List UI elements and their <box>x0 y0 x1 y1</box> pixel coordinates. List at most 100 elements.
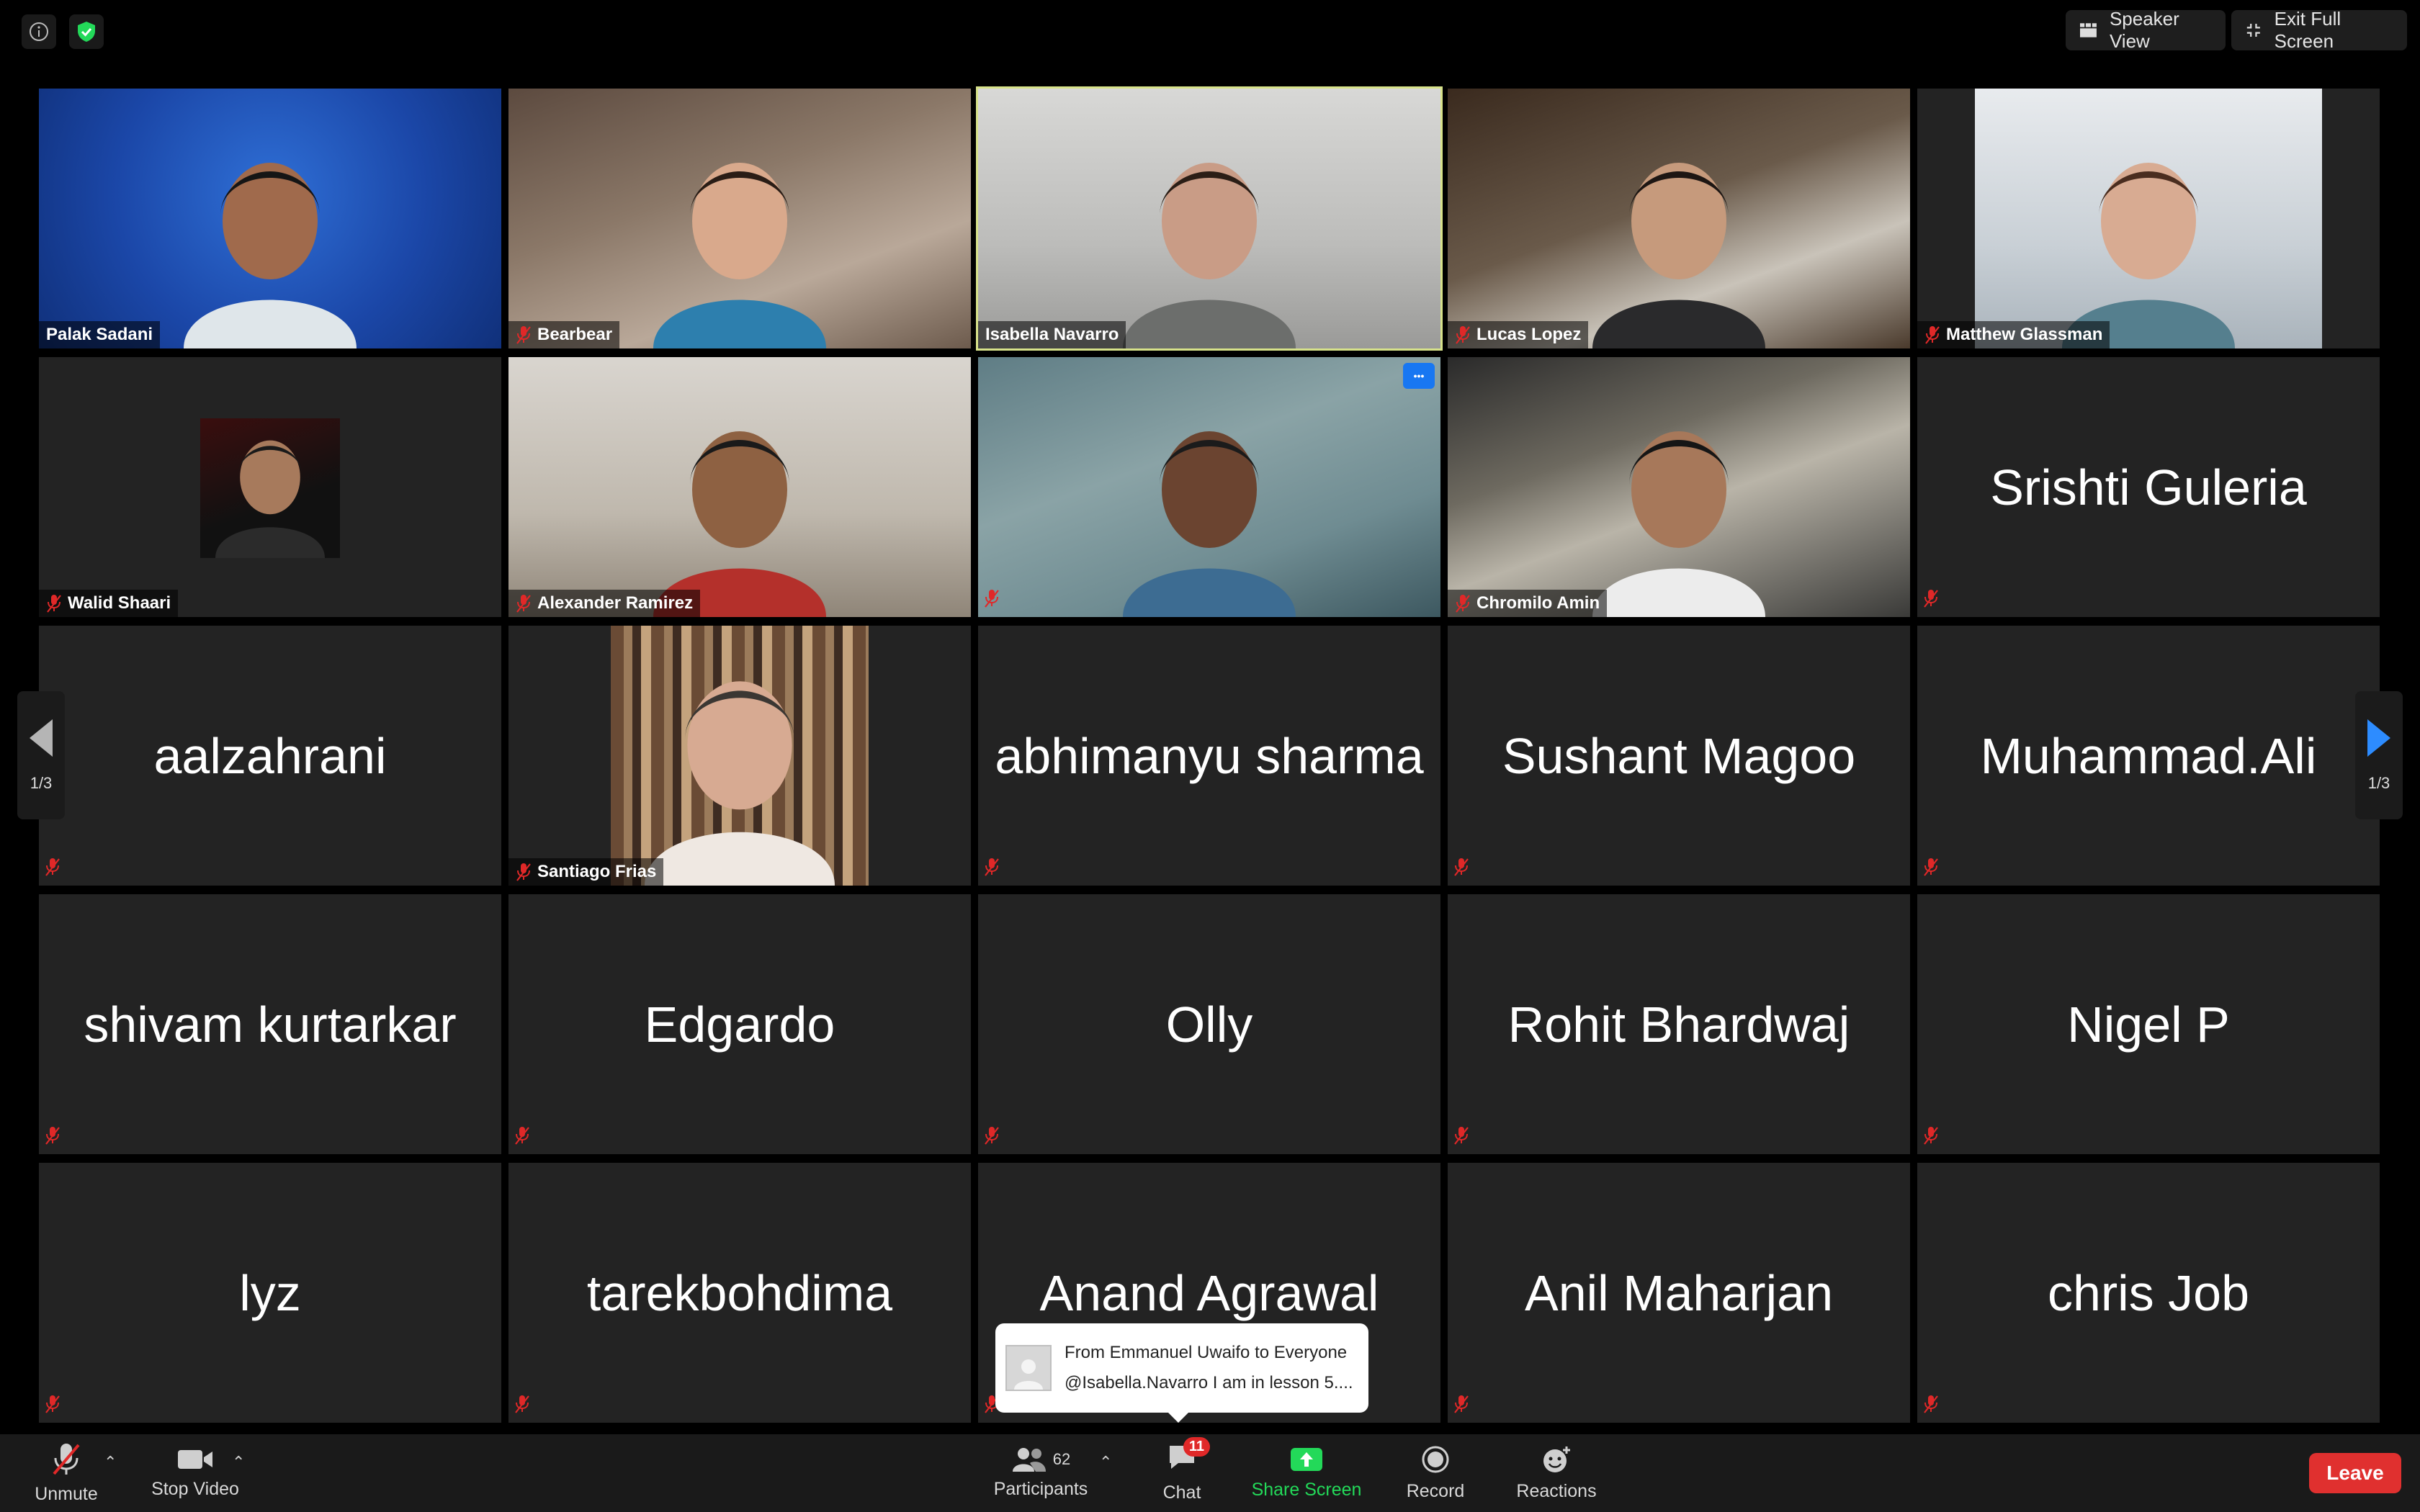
participant-tile[interactable]: Rohit Bhardwaj <box>1448 894 1910 1154</box>
participant-video <box>508 357 971 617</box>
mic-muted-icon <box>53 1443 80 1475</box>
participant-video <box>1448 89 1910 348</box>
participant-tile[interactable]: Olly <box>978 894 1440 1154</box>
participant-name-label: Isabella Navarro <box>978 321 1126 348</box>
stop-video-button[interactable]: Stop Video <box>141 1434 249 1512</box>
participants-icon <box>1012 1447 1046 1472</box>
participant-tile[interactable]: Muhammad.Ali <box>1917 626 2380 886</box>
participant-name-display: Rohit Bhardwaj <box>1507 996 1850 1053</box>
record-button[interactable]: Record <box>1397 1434 1474 1512</box>
share-screen-icon <box>1291 1447 1322 1471</box>
participant-name: Walid Shaari <box>68 593 171 613</box>
participant-silhouette <box>645 681 835 886</box>
mic-muted-icon <box>1454 1395 1469 1413</box>
participant-tile[interactable]: tarekbohdima <box>508 1163 971 1423</box>
audio-options-caret-icon[interactable]: ⌃ <box>104 1453 117 1472</box>
participant-name-label: Matthew Glassman <box>1917 321 2110 348</box>
participant-tile[interactable]: Anil Maharjan <box>1448 1163 1910 1423</box>
participant-silhouette <box>1123 163 1296 348</box>
participant-video <box>978 357 1440 617</box>
next-page-indicator: 1/3 <box>2367 774 2390 792</box>
participant-video <box>978 89 1440 348</box>
participant-tile[interactable]: Isabella Navarro <box>976 86 1443 351</box>
participant-name-label: Palak Sadani <box>39 321 161 348</box>
participant-name-display: Srishti Guleria <box>1990 459 2307 516</box>
mic-muted-icon <box>1925 326 1940 344</box>
unmute-button[interactable]: Unmute <box>22 1434 111 1512</box>
participant-video <box>1975 89 2322 348</box>
chat-notification[interactable]: From Emmanuel Uwaifo to Everyone @Isabel… <box>995 1323 1368 1423</box>
mic-muted-icon <box>47 595 61 613</box>
participant-tile[interactable]: Matthew Glassman <box>1917 89 2380 348</box>
participant-tile[interactable]: Chromilo Amin <box>1448 357 1910 617</box>
sender-avatar-icon <box>1005 1345 1052 1391</box>
participant-tile[interactable]: Alexander Ramirez <box>508 357 971 617</box>
participant-silhouette <box>653 431 826 617</box>
participants-options-caret-icon[interactable]: ⌃ <box>1099 1453 1112 1472</box>
muted-indicator <box>1923 858 1939 880</box>
participant-tile[interactable]: shivam kurtarkar <box>39 894 501 1154</box>
participant-name-display: lyz <box>239 1264 301 1321</box>
mic-muted-icon <box>516 595 531 613</box>
mic-muted-icon <box>985 1127 999 1145</box>
unmute-label: Unmute <box>35 1483 98 1504</box>
participant-tile[interactable]: abhimanyu sharma <box>978 626 1440 886</box>
participant-name-display: tarekbohdima <box>586 1264 893 1321</box>
video-options-caret-icon[interactable]: ⌃ <box>232 1453 245 1472</box>
mic-muted-icon <box>1924 1395 1938 1413</box>
record-icon <box>1422 1446 1449 1472</box>
mic-muted-icon <box>1924 858 1938 876</box>
participant-tile[interactable]: Santiago Frias <box>508 626 971 886</box>
participant-tile[interactable]: Palak Sadani <box>39 89 501 348</box>
speaker-view-button[interactable]: Speaker View <box>2066 8 2226 52</box>
participant-tile[interactable]: Edgardo <box>508 894 971 1154</box>
participant-tile[interactable]: lyz <box>39 1163 501 1423</box>
participants-label: Participants <box>993 1478 1088 1499</box>
participant-video <box>508 89 971 348</box>
mic-muted-icon <box>45 1395 60 1413</box>
exit-full-screen-button[interactable]: Exit Full Screen <box>2231 8 2407 52</box>
mic-muted-icon <box>515 1395 529 1413</box>
mic-muted-icon <box>1456 595 1470 613</box>
muted-indicator <box>514 1126 530 1148</box>
chat-unread-badge: 11 <box>1183 1437 1210 1457</box>
previous-page-button[interactable]: 1/3 <box>17 691 65 819</box>
arrow-right-icon <box>2367 719 2390 757</box>
participant-name: Chromilo Amin <box>1476 593 1600 613</box>
participant-name: Isabella Navarro <box>985 325 1119 344</box>
more-options-icon[interactable]: ••• <box>1403 363 1435 389</box>
next-page-button[interactable]: 1/3 <box>2355 691 2403 819</box>
participant-tile[interactable]: Walid Shaari <box>39 357 501 617</box>
participant-name-label: Walid Shaari <box>39 590 179 617</box>
shield-icon[interactable] <box>69 14 104 49</box>
participants-button[interactable]: 62 Participants <box>988 1434 1093 1512</box>
muted-indicator <box>1453 858 1469 880</box>
stop-video-label: Stop Video <box>151 1478 239 1499</box>
participant-name-display: Anil Maharjan <box>1525 1264 1833 1321</box>
muted-indicator <box>45 1395 60 1417</box>
participant-tile[interactable]: Srishti Guleria <box>1917 357 2380 617</box>
muted-indicator <box>514 1395 530 1417</box>
mic-muted-icon <box>516 863 531 881</box>
participant-video <box>611 626 869 886</box>
chat-button[interactable]: 11 Chat <box>1150 1434 1214 1512</box>
muted-indicator <box>1923 1126 1939 1148</box>
participant-name-display: Nigel P <box>2067 996 2230 1053</box>
participant-tile[interactable]: chris Job <box>1917 1163 2380 1423</box>
info-icon[interactable] <box>22 14 56 49</box>
participant-video <box>39 89 501 348</box>
participant-name: Alexander Ramirez <box>537 593 694 613</box>
participant-name-label: Alexander Ramirez <box>508 590 701 617</box>
reactions-button[interactable]: Reactions <box>1508 1434 1605 1512</box>
participant-tile[interactable]: ••• <box>978 357 1440 617</box>
participant-tile[interactable]: Nigel P <box>1917 894 2380 1154</box>
participant-tile[interactable]: aalzahrani <box>39 626 501 886</box>
participant-name-display: abhimanyu sharma <box>995 727 1424 784</box>
participant-tile[interactable]: Sushant Magoo <box>1448 626 1910 886</box>
share-screen-button[interactable]: Share Screen <box>1240 1434 1373 1512</box>
participant-tile[interactable]: Bearbear <box>508 89 971 348</box>
participant-name-display: shivam kurtarkar <box>84 996 457 1053</box>
participant-name-label: Bearbear <box>508 321 620 348</box>
leave-button[interactable]: Leave <box>2309 1453 2401 1493</box>
participant-tile[interactable]: Lucas Lopez <box>1448 89 1910 348</box>
